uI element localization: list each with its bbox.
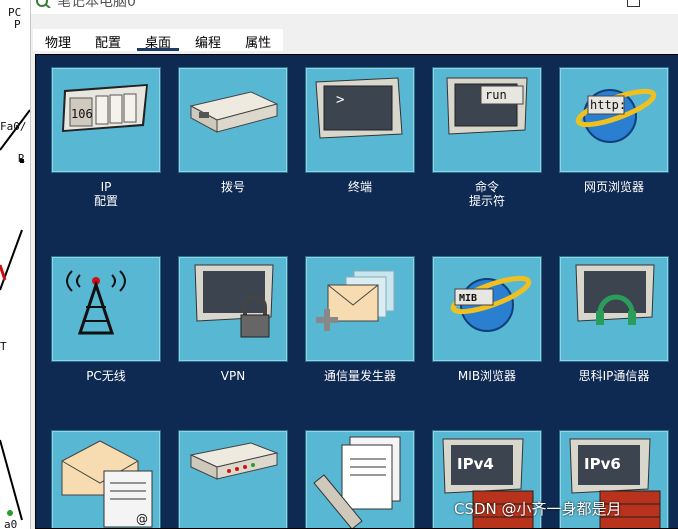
ip-communicator-icon (559, 256, 669, 362)
desktop-panel: 106 IP 配置 拨号 > 终端 run 命令 提示符 http: 网页浏览器… (35, 54, 678, 529)
app-label: VPN (220, 369, 246, 383)
ip-config-icon: 106 (51, 67, 161, 173)
app-web-browser[interactable]: http: 网页浏览器 (558, 67, 670, 194)
app-terminal[interactable]: > 终端 (304, 67, 416, 194)
tab-physical[interactable]: 物理 (33, 29, 83, 51)
app-label: 通信量发生器 (323, 369, 396, 383)
bg-label-r: R (18, 152, 25, 165)
app-label: MIB浏览器 (457, 369, 517, 383)
text-editor-icon (305, 430, 415, 528)
app-pc-wireless[interactable]: PC无线 (50, 256, 162, 383)
wireless-tower-icon (51, 256, 161, 362)
pppoe-dialer-icon (178, 430, 288, 528)
mib-browser-icon: MIB (432, 256, 542, 362)
app-ip-communicator[interactable]: 思科IP通信器 (558, 256, 670, 383)
terminal-icon-text: > (336, 92, 344, 108)
app-text-editor[interactable] (304, 430, 416, 528)
app-ip-config[interactable]: 106 IP 配置 (50, 67, 162, 208)
modem-icon (178, 67, 288, 173)
terminal-icon: > (305, 67, 415, 173)
app-email[interactable]: @ (50, 430, 162, 528)
bg-label-t: T (0, 340, 7, 353)
tab-bar: 物理 配置 桌面 编程 属性 (33, 29, 284, 51)
bg-label-p: P (14, 18, 21, 31)
bg-label-fa0: Fa0/ (0, 120, 27, 133)
app-label: IP 配置 (93, 180, 118, 208)
packet-tracer-icon (36, 0, 51, 8)
app-dialup[interactable]: 拨号 (177, 67, 289, 194)
app-vpn[interactable]: VPN (177, 256, 289, 383)
tab-programming[interactable]: 编程 (183, 29, 233, 51)
email-icon-text: @ (136, 512, 148, 526)
topology-background: PC P Fa0/ R T a0 (0, 0, 30, 529)
ip-config-icon-text: 106 (71, 107, 93, 121)
device-window: 笔记本电脑0 物理 配置 桌面 编程 属性 106 IP 配置 拨号 > 终端 … (30, 0, 678, 529)
ipv6-firewall-icon-text: IPv6 (584, 455, 621, 473)
tab-attributes[interactable]: 属性 (233, 29, 283, 51)
email-icon: @ (51, 430, 161, 528)
tab-config[interactable]: 配置 (83, 29, 133, 51)
mib-browser-icon-text: MIB (459, 293, 477, 304)
web-browser-icon-text: http: (590, 98, 626, 112)
bg-label-a0: a0 (4, 518, 18, 529)
ipv4-firewall-icon-text: IPv4 (457, 455, 494, 473)
app-pppoe-dialer[interactable] (177, 430, 289, 528)
app-label: 拨号 (220, 180, 245, 194)
title-bar[interactable]: 笔记本电脑0 (31, 0, 678, 14)
app-traffic-generator[interactable]: 通信量发生器 (304, 256, 416, 383)
window-title: 笔记本电脑0 (57, 0, 136, 10)
app-label: PC无线 (86, 369, 126, 383)
app-label: 终端 (347, 180, 372, 194)
topology-links (0, 109, 30, 521)
app-label: 网页浏览器 (583, 180, 644, 194)
traffic-generator-icon (305, 256, 415, 362)
app-mib-browser[interactable]: MIB MIB浏览器 (431, 256, 543, 383)
tab-desktop[interactable]: 桌面 (133, 29, 183, 51)
command-prompt-icon-text: run (485, 88, 507, 102)
web-browser-icon: http: (559, 67, 669, 173)
vpn-lock-icon (178, 256, 288, 362)
maximize-button[interactable] (627, 0, 640, 7)
command-prompt-icon: run (432, 67, 542, 173)
app-label: 命令 提示符 (468, 180, 505, 208)
watermark: CSDN @小齐一身都是月 (454, 500, 622, 518)
app-command-prompt[interactable]: run 命令 提示符 (431, 67, 543, 208)
app-label: 思科IP通信器 (578, 369, 650, 383)
